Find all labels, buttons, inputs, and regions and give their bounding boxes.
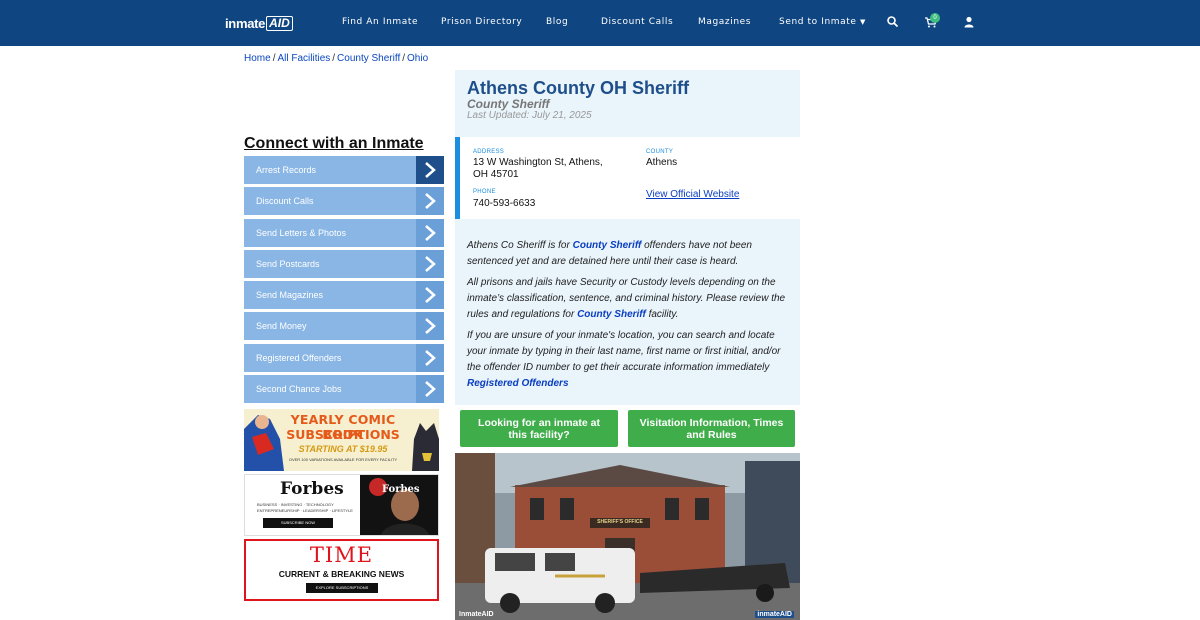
logo-box-text: AID (266, 15, 293, 31)
breadcrumb-all-facilities[interactable]: All Facilities (277, 53, 330, 64)
address-line2: OH 45701 (473, 169, 519, 180)
connect-title: Connect with an Inmate (244, 135, 424, 152)
service-label: Send Money (256, 321, 307, 332)
breadcrumb-county-sheriff[interactable]: County Sheriff (337, 53, 400, 64)
service-send-magazines[interactable]: Send Magazines (244, 281, 444, 310)
visitation-info-button[interactable]: Visitation Information, Times and Rules (628, 410, 795, 447)
facility-photo: SHERIFF'S OFFICE InmateAID inmateAID (455, 453, 800, 620)
service-send-letters-photos[interactable]: Send Letters & Photos (244, 218, 444, 247)
breadcrumb-separator: / (332, 53, 336, 64)
address-label: ADDRESS (473, 149, 505, 155)
forbes-subscription-ad[interactable]: Forbes BUSINESS · INVESTING · TECHNOLOGY… (244, 474, 439, 536)
service-discount-calls[interactable]: Discount Calls (244, 187, 444, 216)
facility-last-updated: Last Updated: July 21, 2025 (467, 110, 592, 121)
chevron-right-icon (416, 281, 444, 310)
search-icon[interactable] (886, 15, 900, 29)
service-list: Arrest Records Discount Calls Send Lette… (244, 156, 444, 406)
nav-send-to-inmate-label: Send to Inmate (779, 17, 857, 27)
service-arrest-records[interactable]: Arrest Records (244, 156, 444, 184)
chevron-right-icon (416, 249, 444, 278)
description-paragraph-3: If you are unsure of your inmate's locat… (467, 328, 792, 392)
breadcrumb-ohio[interactable]: Ohio (407, 53, 428, 64)
forbes-cover-title: Forbes (382, 484, 420, 495)
photo-sign: SHERIFF'S OFFICE (597, 519, 643, 525)
photo-watermark-right: inmateAID (755, 611, 794, 618)
nav-blog[interactable]: Blog (546, 17, 568, 27)
nav-send-to-inmate[interactable]: Send to Inmate ▼ (779, 17, 866, 27)
site-logo[interactable]: inmate AID (225, 15, 293, 31)
caret-down-icon: ▼ (860, 18, 866, 26)
county-sheriff-link[interactable]: County Sheriff (577, 309, 646, 320)
forbes-ad-title: Forbes (280, 479, 344, 499)
facility-type: County Sheriff (467, 97, 550, 111)
desc-text: facility. (645, 309, 679, 320)
chevron-right-icon (416, 218, 444, 247)
cart-count-badge: 0 (930, 13, 940, 23)
desc-text: Athens Co Sheriff is for (467, 240, 573, 251)
phone-value: 740-593-6633 (473, 198, 536, 209)
service-second-chance-jobs[interactable]: Second Chance Jobs (244, 375, 444, 404)
chevron-right-icon (416, 375, 444, 404)
county-sheriff-link[interactable]: County Sheriff (573, 240, 642, 251)
breadcrumb-home[interactable]: Home (244, 53, 271, 64)
user-icon[interactable] (962, 15, 976, 29)
time-ad-subtitle: CURRENT & BREAKING NEWS (278, 569, 405, 579)
facility-title: Athens County OH Sheriff (467, 78, 690, 98)
service-registered-offenders[interactable]: Registered Offenders (244, 343, 444, 372)
desc-text: If you are unsure of your inmate's locat… (467, 330, 781, 373)
logo-text: inmate (225, 15, 266, 31)
nav-prison-directory[interactable]: Prison Directory (441, 17, 522, 27)
service-label: Send Letters & Photos (256, 227, 347, 238)
time-ad-explore-button[interactable]: EXPLORE SUBSCRIPTIONS (306, 583, 378, 593)
chevron-right-icon (416, 187, 444, 216)
service-label: Send Magazines (256, 290, 324, 301)
service-label: Registered Offenders (256, 352, 342, 363)
county-value: Athens (646, 157, 678, 168)
top-navbar: inmate AID Find An Inmate Prison Directo… (0, 0, 1200, 46)
chevron-right-icon (416, 156, 444, 184)
look-for-inmate-button[interactable]: Looking for an inmate at this facility? (460, 410, 618, 447)
comic-ad-line4: OVER 100 VARIATIONS AVAILABLE FOR EVERY … (288, 457, 398, 462)
chevron-right-icon (416, 312, 444, 341)
photo-watermark-left: InmateAID (459, 611, 494, 618)
forbes-ad-line1: BUSINESS · INVESTING · TECHNOLOGY (257, 502, 334, 507)
official-website-link[interactable]: View Official Website (646, 189, 739, 200)
comic-ad-line3: STARTING AT $19.95 (298, 444, 388, 454)
service-label: Send Postcards (256, 258, 320, 269)
forbes-ad-line2: ENTREPRENEURSHIP · LEADERSHIP · LIFESTYL… (257, 508, 353, 513)
service-label: Discount Calls (256, 196, 314, 207)
forbes-ad-subscribe-button[interactable]: SUBSCRIBE NOW (263, 518, 333, 528)
registered-offenders-link[interactable]: Registered Offenders (467, 378, 569, 389)
breadcrumb-separator: / (272, 53, 276, 64)
comic-subscription-ad[interactable]: YEARLY COMIC BOOK SUBSCRIPTIONS STARTING… (244, 409, 439, 471)
chevron-right-icon (416, 343, 444, 372)
description-paragraph-2: All prisons and jails have Security or C… (467, 275, 792, 323)
breadcrumb: Home / All Facilities / County Sheriff / Ohio (244, 53, 428, 64)
phone-label: PHONE (473, 189, 496, 195)
nav-magazines[interactable]: Magazines (698, 17, 751, 27)
comic-ad-line2: SUBSCRIPTIONS (286, 427, 400, 442)
service-label: Arrest Records (256, 165, 317, 175)
facility-photo-art (455, 453, 800, 620)
breadcrumb-separator: / (402, 53, 406, 64)
description-paragraph-1: Athens Co Sheriff is for County Sheriff … (467, 238, 792, 270)
county-label: COUNTY (646, 149, 674, 155)
service-label: Second Chance Jobs (256, 384, 342, 395)
service-send-money[interactable]: Send Money (244, 312, 444, 341)
address-line1: 13 W Washington St, Athens, (473, 157, 603, 168)
time-subscription-ad[interactable]: TIME CURRENT & BREAKING NEWS EXPLORE SUB… (244, 539, 439, 601)
time-ad-title: TIME (309, 543, 374, 567)
service-send-postcards[interactable]: Send Postcards (244, 249, 444, 278)
nav-find-inmate[interactable]: Find An Inmate (342, 17, 418, 27)
nav-discount-calls[interactable]: Discount Calls (601, 17, 673, 27)
facility-info-box: ADDRESS 13 W Washington St, Athens, OH 4… (455, 137, 800, 219)
